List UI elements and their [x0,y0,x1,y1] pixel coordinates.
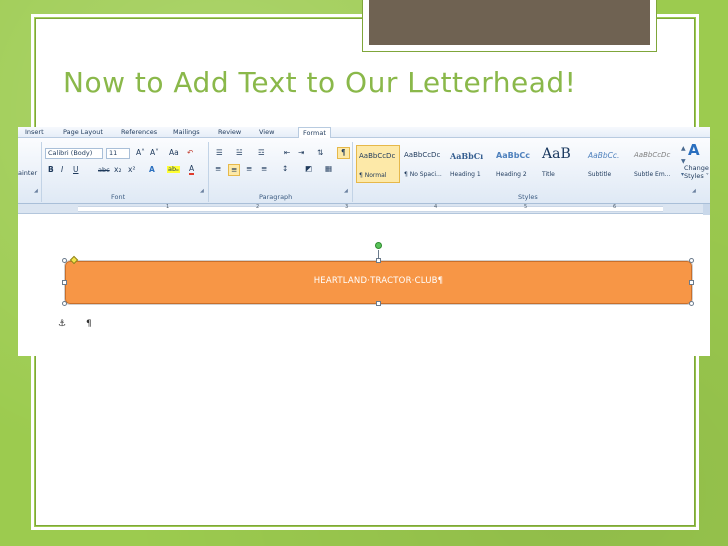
borders-icon[interactable]: ▦ [325,165,332,173]
font-launcher-icon[interactable]: ◢ [200,189,204,194]
tab-page-layout[interactable]: Page Layout [63,128,103,136]
clipboard-launcher-icon[interactable]: ◢ [34,189,38,194]
font-group-label: Font [111,193,126,201]
strikethrough-button[interactable]: abc [98,167,110,174]
font-size-combo[interactable]: 11 [106,148,130,159]
tab-insert[interactable]: Insert [25,128,44,136]
ruler-number: 2 [256,204,260,210]
justify-icon[interactable]: ≡ [261,165,267,173]
resize-handle-top[interactable] [376,258,381,263]
styles-gallery: AaBbCcDc ¶ Normal AaBbCcDc ¶ No Spaci...… [354,142,698,186]
paragraph-mark: ¶ [86,319,92,329]
tab-view[interactable]: View [259,128,274,136]
style-normal[interactable]: AaBbCcDc ¶ Normal [356,145,400,183]
multilevel-list-icon[interactable]: ☲ [258,149,265,157]
change-styles-label-2[interactable]: Styles ˅ [684,172,709,180]
ruler-number: 4 [434,204,438,210]
ruler-number: 6 [613,204,617,210]
resize-handle-left[interactable] [62,280,67,285]
ruler-number: 5 [524,204,528,210]
align-right-icon[interactable]: ≡ [246,165,252,173]
resize-handle-top-left[interactable] [62,258,67,263]
decrease-indent-icon[interactable]: ⇤ [284,149,290,157]
styles-launcher-icon[interactable]: ◢ [692,189,696,194]
bold-button[interactable]: B [48,166,54,174]
word-screenshot: Insert Page Layout References Mailings R… [18,127,710,356]
align-center-icon[interactable]: ≡ [228,164,241,176]
resize-handle-right[interactable] [689,280,694,285]
ruler-number: 3 [345,204,349,210]
decorative-tab [362,0,657,52]
show-formatting-marks-button[interactable]: ¶ [337,147,350,159]
shrink-font-icon[interactable]: A˅ [150,149,159,157]
styles-scroll-up-icon[interactable]: ▲ [681,146,686,152]
ruler-number: 1 [166,204,170,210]
tab-format[interactable]: Format [298,127,331,138]
bullets-icon[interactable]: ☰ [216,149,223,157]
clear-formatting-icon[interactable]: ↶ [187,149,193,157]
style-heading-2[interactable]: AaBbCc Heading 2 [494,145,538,183]
grow-font-icon[interactable]: A˄ [136,149,145,157]
align-left-icon[interactable]: ≡ [215,165,221,173]
numbering-icon[interactable]: ☱ [236,149,243,157]
tab-review[interactable]: Review [218,128,241,136]
format-painter-label[interactable]: ainter [18,169,37,177]
style-title[interactable]: AaB Title [540,145,584,183]
style-heading-1[interactable]: AaBbCı Heading 1 [448,145,492,183]
style-subtitle[interactable]: AaBbCc. Subtitle [586,145,630,183]
tab-mailings[interactable]: Mailings [173,128,200,136]
change-case-icon[interactable]: Aa [169,149,179,157]
letterhead-banner-shape[interactable]: HEARTLAND·TRACTOR·CLUB¶ [65,261,692,304]
style-subtle-emphasis[interactable]: AaBbCcDc Subtle Em... [632,145,676,183]
slide-title: Now to Add Text to Our Letterhead! [63,66,577,99]
ribbon-tabs: Insert Page Layout References Mailings R… [18,127,710,138]
paragraph-launcher-icon[interactable]: ◢ [344,189,348,194]
change-styles-icon[interactable]: A [688,143,700,158]
resize-handle-bottom[interactable] [376,301,381,306]
horizontal-ruler[interactable]: 1 2 3 4 5 6 [18,204,710,214]
italic-button[interactable]: I [61,166,63,174]
font-color-icon[interactable]: A [189,165,195,175]
subscript-button[interactable]: x₂ [114,166,121,174]
underline-button[interactable]: U [73,166,79,174]
text-effects-icon[interactable]: A [149,166,155,174]
sort-icon[interactable]: ⇅ [317,149,323,157]
resize-handle-top-right[interactable] [689,258,694,263]
resize-handle-bottom-left[interactable] [62,301,67,306]
paragraph-group-label: Paragraph [259,193,293,201]
tab-references[interactable]: References [121,128,157,136]
ribbon: ainter ◢ Calibri (Body) 11 A˄ A˅ Aa ↶ B … [18,138,710,204]
font-name-combo[interactable]: Calibri (Body) [45,148,103,159]
shading-icon[interactable]: ◩ [305,165,312,173]
superscript-button[interactable]: x² [128,166,135,174]
rotate-handle[interactable] [375,242,382,249]
highlight-icon[interactable]: abₒ [167,166,180,173]
anchor-icon: ⚓ [58,319,67,329]
resize-handle-bottom-right[interactable] [689,301,694,306]
style-no-spacing[interactable]: AaBbCcDc ¶ No Spaci... [402,145,446,183]
banner-text[interactable]: HEARTLAND·TRACTOR·CLUB¶ [66,276,691,286]
increase-indent-icon[interactable]: ⇥ [298,149,304,157]
line-spacing-icon[interactable]: ↕ [282,165,288,173]
document-page[interactable]: HEARTLAND·TRACTOR·CLUB¶ ⚓ ¶ [18,215,710,356]
change-styles-label-1[interactable]: Change [684,164,709,172]
styles-group-label: Styles [518,193,538,201]
